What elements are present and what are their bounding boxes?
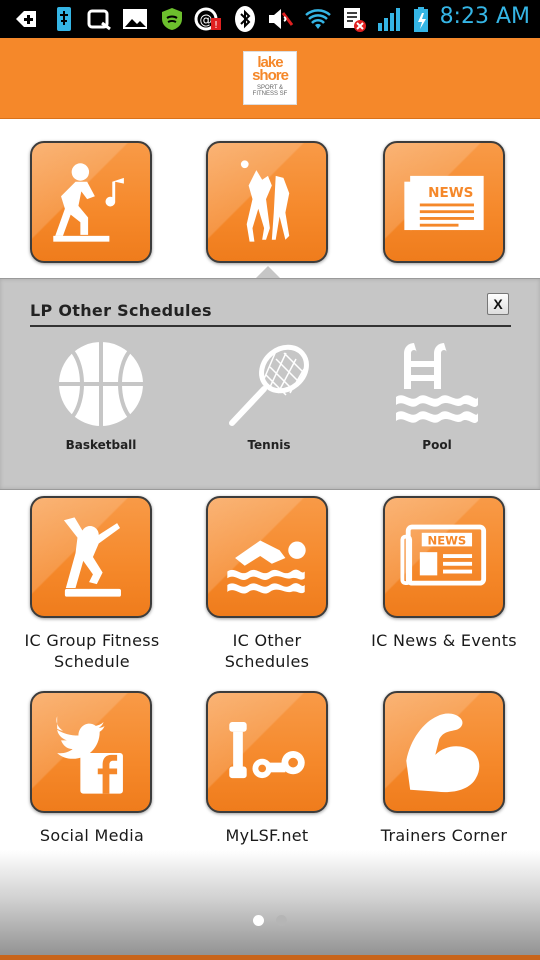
usb-debug-icon [57, 7, 71, 31]
logo-text-shore: shore [252, 67, 289, 84]
tile-social-media[interactable] [30, 691, 152, 813]
dumbbell-icon [229, 722, 305, 779]
page-indicator-dot[interactable] [276, 915, 287, 926]
popup-item-pool[interactable]: Pool [367, 438, 507, 452]
tile-trainers-corner[interactable] [383, 691, 505, 813]
tile-ic-other-schedules[interactable] [206, 496, 328, 618]
wifi-icon [305, 9, 331, 29]
svg-text:NEWS: NEWS [428, 533, 467, 547]
app-header: lake shore SPORT & FITNESS SF [0, 38, 540, 119]
battery-charging-icon [414, 7, 428, 32]
signal-icon [378, 8, 400, 31]
newspaper-icon: NEWS [404, 175, 484, 231]
basketball-players-icon [240, 160, 290, 242]
tile-basketball-players[interactable] [206, 141, 328, 263]
mail-alert-icon: @! [194, 7, 221, 31]
tile-mylsf[interactable] [206, 691, 328, 813]
popup-title: LP Other Schedules [30, 301, 212, 320]
popup-close-button[interactable]: X [487, 293, 509, 315]
tile-dance-fitness[interactable] [30, 141, 152, 263]
shield-icon [162, 8, 182, 30]
tile-label-trainers-corner[interactable]: Trainers Corner [354, 825, 534, 846]
dance-step-icon [53, 163, 124, 242]
popup-item-tennis[interactable]: Tennis [199, 438, 339, 452]
tile-label-line: Schedule [54, 652, 130, 671]
clock: 8:23 AM [439, 4, 530, 29]
news-events-icon: NEWS [400, 524, 487, 586]
flexed-arm-icon [406, 713, 480, 793]
tile-label-line: IC Other [232, 631, 302, 650]
tile-ic-group-fitness[interactable] [30, 496, 152, 618]
logo-text-subtitle: SPORT & FITNESS SF [252, 85, 288, 97]
tile-label-ic-other-schedules[interactable]: IC Other Schedules [177, 630, 357, 672]
bluetooth-icon [235, 6, 255, 32]
lakeshore-logo[interactable]: lake shore SPORT & FITNESS SF [243, 51, 297, 105]
pool-icon[interactable] [392, 339, 482, 429]
tile-label-social-media[interactable]: Social Media [2, 825, 182, 846]
bottom-accent-bar [0, 955, 540, 960]
q-icon [87, 9, 111, 31]
group-fitness-icon [63, 517, 121, 597]
tennis-racket-icon[interactable] [226, 339, 316, 429]
svg-text:@: @ [200, 13, 213, 28]
lp-other-schedules-popup: LP Other Schedules X Basketball Tennis P… [0, 278, 540, 490]
tile-ic-news-events[interactable]: NEWS [383, 496, 505, 618]
swimmer-icon [227, 540, 306, 594]
basketball-icon[interactable] [56, 339, 146, 429]
image-icon [123, 9, 147, 29]
mute-icon [269, 9, 294, 29]
tile-label-ic-group-fitness[interactable]: IC Group Fitness Schedule [2, 630, 182, 672]
bottom-shade [0, 850, 540, 960]
svg-text:NEWS: NEWS [428, 185, 473, 201]
tile-label-line: IC Group Fitness [24, 631, 160, 650]
popup-item-basketball[interactable]: Basketball [31, 438, 171, 452]
tile-label-line: Schedules [224, 652, 310, 671]
tile-news[interactable]: NEWS [383, 141, 505, 263]
sim-blocked-icon [344, 8, 366, 32]
social-media-icon [56, 716, 123, 794]
tile-label-ic-news-events[interactable]: IC News & Events [354, 630, 534, 651]
popup-divider [30, 325, 511, 327]
add-icon [16, 11, 36, 27]
page-indicator-dot-active[interactable] [253, 915, 264, 926]
tile-label-mylsf[interactable]: MyLSF.net [177, 825, 357, 846]
status-bar: @! 8:23 AM [0, 0, 540, 38]
svg-text:!: ! [214, 20, 218, 31]
